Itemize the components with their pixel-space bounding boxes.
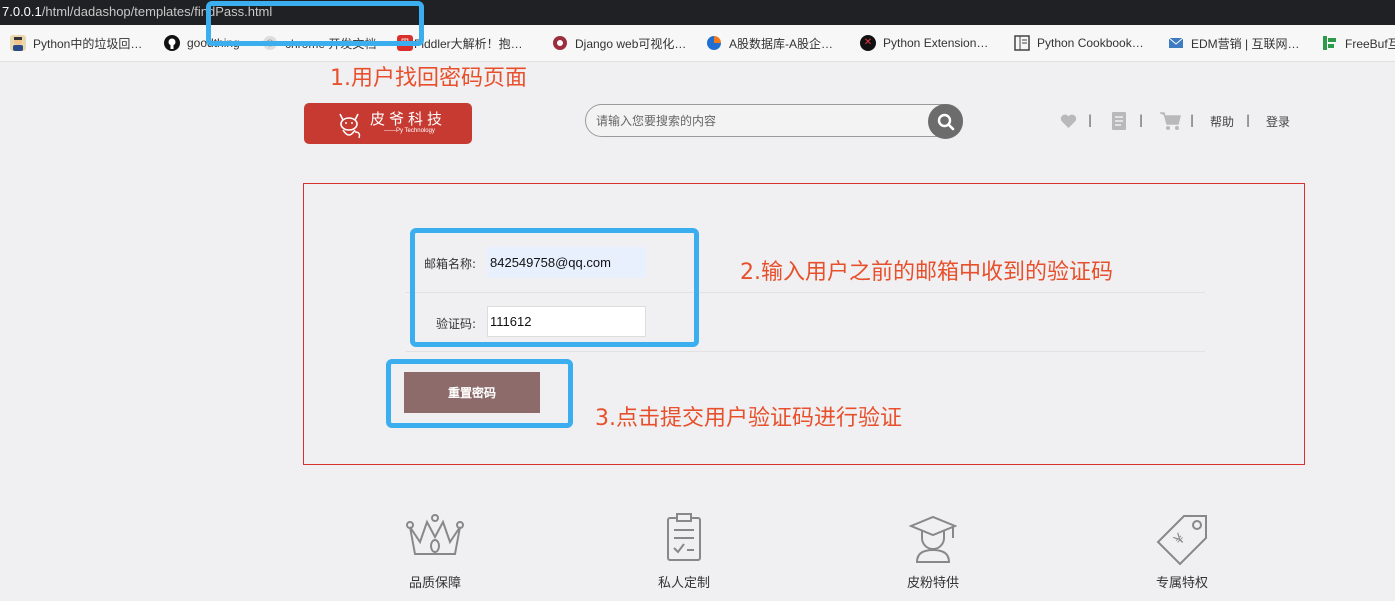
- search-button[interactable]: [928, 104, 963, 139]
- url-host: 7.0.0.1: [2, 4, 42, 19]
- bookmark-label: Python Cookbook…: [1037, 36, 1144, 50]
- bookmark-label: FreeBuf互: [1345, 36, 1395, 51]
- bookmark-label: Python中的垃圾回…: [33, 36, 143, 51]
- freebuf-icon: [1322, 35, 1338, 51]
- bookmark-item[interactable]: EDM营销 | 互联网…: [1168, 34, 1299, 52]
- row-divider: [405, 351, 1205, 352]
- url-highlight-box: [206, 1, 424, 46]
- django-icon: [552, 35, 568, 51]
- logo-title: 皮爷科技: [370, 110, 447, 128]
- bookmark-label: EDM营销 | 互联网…: [1191, 36, 1300, 51]
- mail-icon: [1168, 35, 1184, 51]
- feature-label: 皮粉特供: [906, 576, 959, 591]
- nav-separator: |: [1139, 113, 1144, 127]
- extension-icon: ✕: [860, 35, 876, 51]
- price-tag-icon: ¥: [1156, 515, 1207, 566]
- feature-label: 品质保障: [408, 576, 461, 591]
- chart-icon: [706, 35, 722, 51]
- bookmark-label: Python Extension…: [883, 36, 989, 50]
- book-icon: [1014, 35, 1030, 51]
- feature-label: 私人定制: [657, 576, 710, 591]
- bookmark-item[interactable]: Python Cookbook…: [1014, 34, 1144, 52]
- bookmark-label: Fiddler大解析！抱…: [414, 36, 523, 51]
- feature-label: 专属特权: [1155, 576, 1208, 591]
- login-link[interactable]: 登录: [1266, 113, 1290, 130]
- orders-icon[interactable]: [1112, 112, 1126, 134]
- cat-logo-icon: [334, 108, 364, 144]
- button-highlight-box: [386, 359, 573, 428]
- bookmark-item[interactable]: Python中的垃圾回…: [10, 34, 142, 52]
- bookmark-label: A股数据库-A股企…: [729, 36, 834, 51]
- nav-separator: |: [1246, 113, 1251, 127]
- annotation-step3: 3.点击提交用户验证码进行验证: [595, 406, 902, 431]
- annotation-step2: 2.输入用户之前的邮箱中收到的验证码: [740, 260, 1113, 285]
- avatar-icon: [10, 35, 26, 51]
- search-icon: [937, 113, 954, 130]
- bookmark-label: Django web可视化…: [575, 36, 687, 51]
- logo-subtitle: ——Py Technology: [384, 128, 435, 134]
- help-link[interactable]: 帮助: [1210, 113, 1234, 130]
- search-box: [585, 104, 963, 139]
- bookmark-item[interactable]: Django web可视化…: [552, 34, 686, 52]
- favorites-icon[interactable]: [1060, 114, 1077, 133]
- form-highlight-box: [410, 228, 699, 347]
- nav-separator: |: [1190, 113, 1195, 127]
- nav-separator: |: [1088, 113, 1093, 127]
- graduate-icon: [909, 515, 957, 563]
- crown-icon: [406, 514, 464, 555]
- search-input[interactable]: [596, 111, 916, 131]
- cart-icon[interactable]: [1160, 112, 1181, 135]
- site-logo[interactable]: 皮爷科技 ——Py Technology: [304, 103, 472, 144]
- bookmark-item[interactable]: A股数据库-A股企…: [706, 34, 833, 52]
- bookmark-item[interactable]: FreeBuf互: [1322, 34, 1395, 52]
- bookmark-item[interactable]: ✕ Python Extension…: [860, 34, 988, 52]
- github-icon: [164, 35, 180, 51]
- annotation-step1: 1.用户找回密码页面: [330, 66, 527, 91]
- svg-text:¥: ¥: [1171, 531, 1189, 549]
- clipboard-icon: [667, 513, 701, 561]
